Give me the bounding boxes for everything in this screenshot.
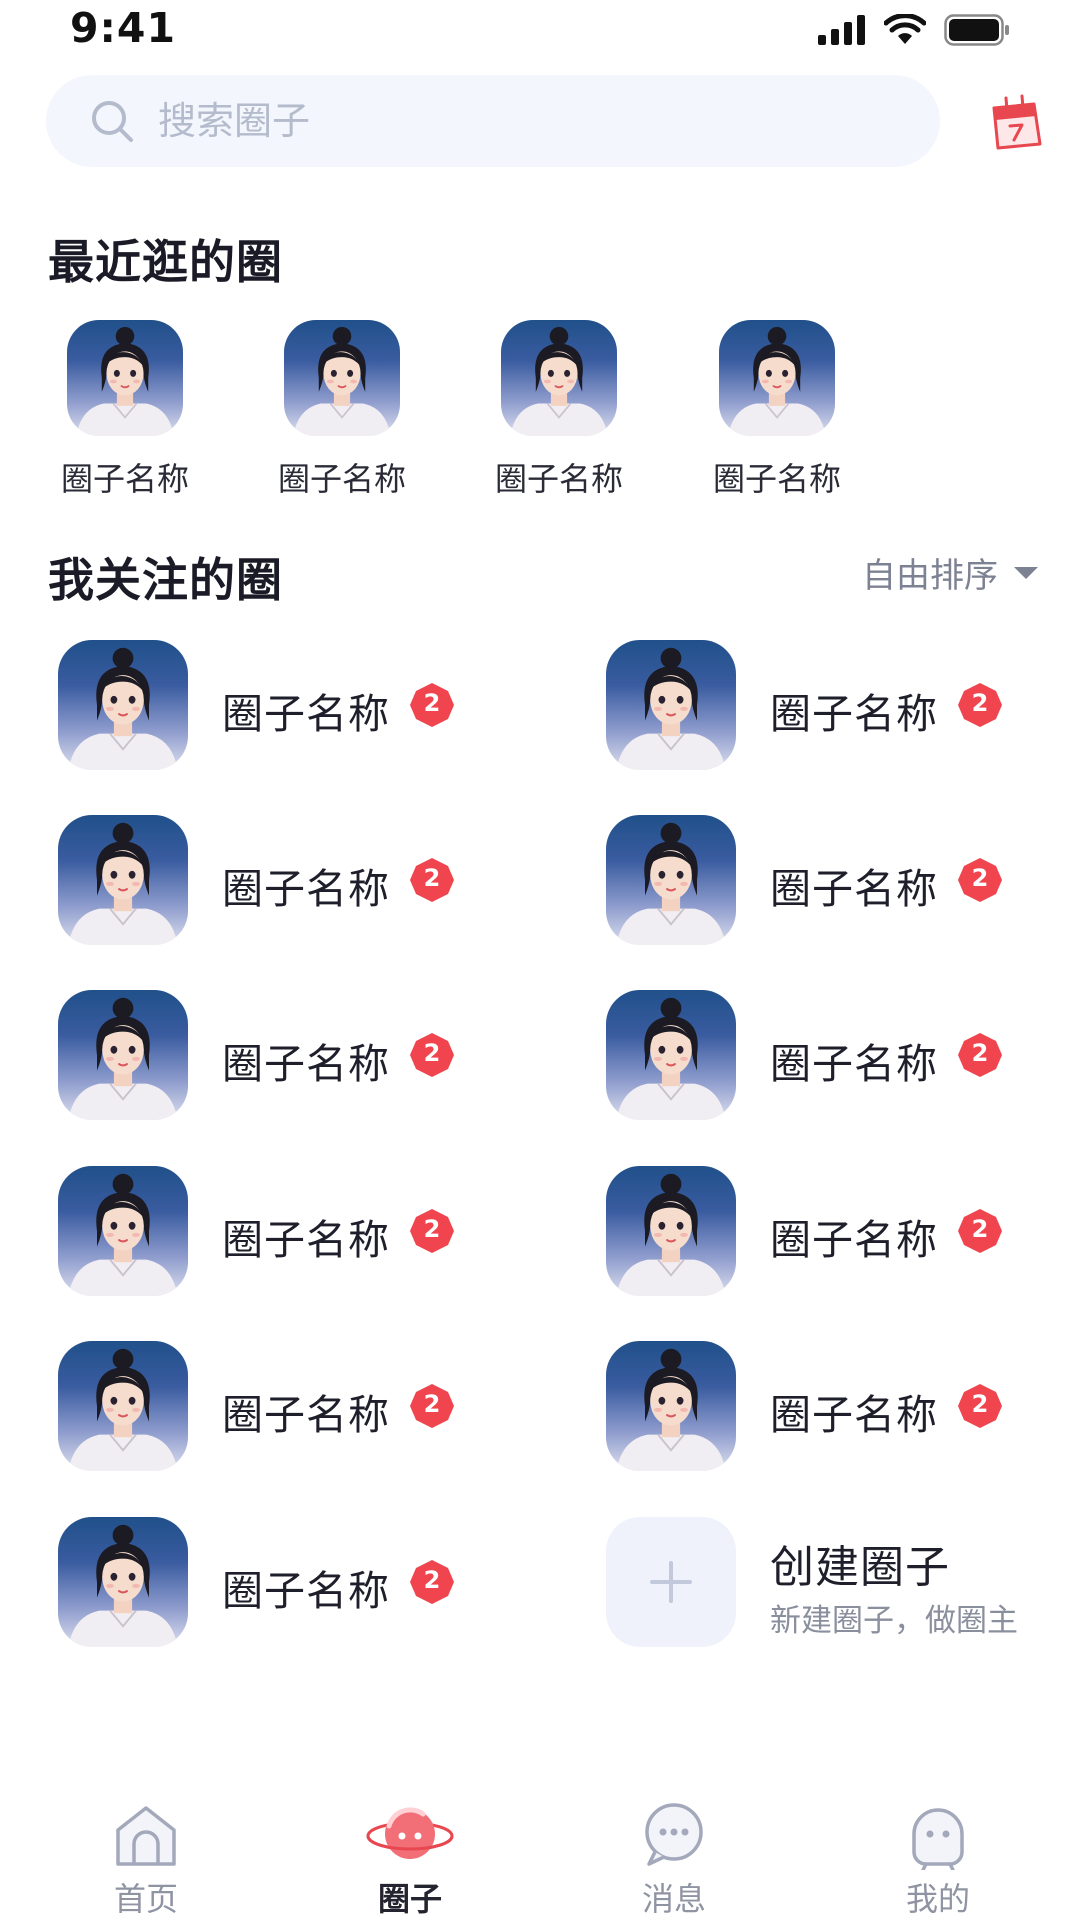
tab-circles-label: 圈子 xyxy=(377,1880,442,1918)
circle-avatar xyxy=(58,640,188,770)
followed-circle-name: 圈子名称 xyxy=(770,1216,938,1264)
unread-badge: 2 xyxy=(408,1558,456,1606)
plus-icon xyxy=(650,1561,692,1603)
circle-avatar xyxy=(67,320,183,436)
circle-avatar xyxy=(58,1166,188,1296)
followed-circle-name: 圈子名称 xyxy=(770,1391,938,1439)
followed-circle-item[interactable]: 圈子名称 2 xyxy=(58,990,518,1120)
profile-icon xyxy=(912,1808,964,1872)
followed-circle-name: 圈子名称 xyxy=(222,1040,390,1088)
followed-circle-item[interactable]: 圈子名称 2 xyxy=(58,1166,518,1296)
followed-circle-name: 圈子名称 xyxy=(222,1391,390,1439)
unread-badge: 2 xyxy=(408,1207,456,1255)
circle-avatar xyxy=(501,320,617,436)
create-circle-button[interactable]: 创建圈子 新建圈子，做圈主 xyxy=(606,1517,1066,1647)
calendar-icon[interactable] xyxy=(984,92,1044,152)
circle-avatar xyxy=(58,815,188,945)
unread-badge: 2 xyxy=(956,1382,1004,1430)
followed-circle-name: 圈子名称 xyxy=(222,865,390,913)
home-icon xyxy=(116,1806,176,1866)
create-circle-title: 创建圈子 xyxy=(770,1542,950,1593)
recent-circle-name: 圈子名称 xyxy=(60,460,189,498)
tab-bar: 首页 圈子 消息 我的 xyxy=(0,1790,1080,1920)
recent-circle-name: 圈子名称 xyxy=(494,460,623,498)
search-bar[interactable] xyxy=(46,75,940,167)
unread-badge: 2 xyxy=(956,1031,1004,1079)
recent-circles-list: 圈子名称 圈子名称 圈子名称 圈子名称 xyxy=(0,320,1080,500)
status-time: 9:41 xyxy=(70,4,176,52)
followed-circle-name: 圈子名称 xyxy=(222,1567,390,1615)
status-icons xyxy=(818,14,1010,46)
search-input[interactable] xyxy=(158,99,858,143)
unread-badge: 2 xyxy=(408,681,456,729)
followed-circle-name: 圈子名称 xyxy=(770,1040,938,1088)
tab-messages[interactable]: 消息 xyxy=(604,1800,744,1920)
unread-badge: 2 xyxy=(408,1031,456,1079)
circle-avatar xyxy=(606,1166,736,1296)
followed-circle-item[interactable]: 圈子名称 2 xyxy=(58,640,518,770)
tab-profile[interactable]: 我的 xyxy=(868,1800,1008,1920)
recent-section-title: 最近逛的圈 xyxy=(48,235,283,289)
unread-badge: 2 xyxy=(956,681,1004,729)
status-bar: 9:41 xyxy=(0,0,1080,62)
unread-badge: 2 xyxy=(408,1382,456,1430)
circle-avatar xyxy=(606,990,736,1120)
followed-circle-item[interactable]: 圈子名称 2 xyxy=(58,1517,518,1647)
recent-circle-item[interactable]: 圈子名称 xyxy=(257,320,427,500)
tab-circles[interactable]: 圈子 xyxy=(340,1800,480,1920)
circle-planet-icon xyxy=(366,1807,454,1859)
sort-dropdown[interactable]: 自由排序 xyxy=(862,548,1040,597)
recent-circle-name: 圈子名称 xyxy=(277,460,406,498)
caret-down-icon xyxy=(1014,566,1038,579)
circle-avatar xyxy=(606,815,736,945)
followed-circle-item[interactable]: 圈子名称 2 xyxy=(606,640,1066,770)
followed-circle-item[interactable]: 圈子名称 2 xyxy=(606,1166,1066,1296)
message-icon xyxy=(645,1803,703,1866)
followed-circle-name: 圈子名称 xyxy=(770,865,938,913)
circle-avatar xyxy=(606,640,736,770)
circle-avatar xyxy=(606,1341,736,1471)
unread-badge: 2 xyxy=(956,856,1004,904)
create-circle-subtitle: 新建圈子，做圈主 xyxy=(770,1603,1018,1639)
followed-circle-item[interactable]: 圈子名称 2 xyxy=(58,815,518,945)
followed-circle-name: 圈子名称 xyxy=(222,690,390,738)
tab-home-label: 首页 xyxy=(113,1880,178,1918)
recent-circle-item[interactable]: 圈子名称 xyxy=(692,320,862,500)
unread-badge: 2 xyxy=(956,1207,1004,1255)
circle-avatar xyxy=(58,1341,188,1471)
signal-icon xyxy=(818,15,865,45)
unread-badge: 2 xyxy=(408,856,456,904)
circle-avatar xyxy=(284,320,400,436)
followed-circle-item[interactable]: 圈子名称 2 xyxy=(606,815,1066,945)
recent-circle-item[interactable]: 圈子名称 xyxy=(474,320,644,500)
tab-profile-label: 我的 xyxy=(905,1880,970,1918)
recent-circle-name: 圈子名称 xyxy=(712,460,841,498)
tab-messages-label: 消息 xyxy=(641,1880,706,1918)
followed-circle-name: 圈子名称 xyxy=(222,1216,390,1264)
search-icon xyxy=(92,101,133,142)
create-plus-tile xyxy=(606,1517,736,1647)
followed-circle-item[interactable]: 圈子名称 2 xyxy=(58,1341,518,1471)
followed-circle-item[interactable]: 圈子名称 2 xyxy=(606,1341,1066,1471)
wifi-icon xyxy=(884,14,926,44)
followed-circle-item[interactable]: 圈子名称 2 xyxy=(606,990,1066,1120)
sort-label: 自由排序 xyxy=(862,556,998,596)
circle-avatar xyxy=(719,320,835,436)
followed-section-title: 我关注的圈 xyxy=(48,553,283,607)
battery-icon xyxy=(944,14,1009,46)
followed-circle-name: 圈子名称 xyxy=(770,690,938,738)
circle-avatar xyxy=(58,1517,188,1647)
circle-avatar xyxy=(58,990,188,1120)
tab-home[interactable]: 首页 xyxy=(76,1800,216,1920)
recent-circle-item[interactable]: 圈子名称 xyxy=(40,320,210,500)
